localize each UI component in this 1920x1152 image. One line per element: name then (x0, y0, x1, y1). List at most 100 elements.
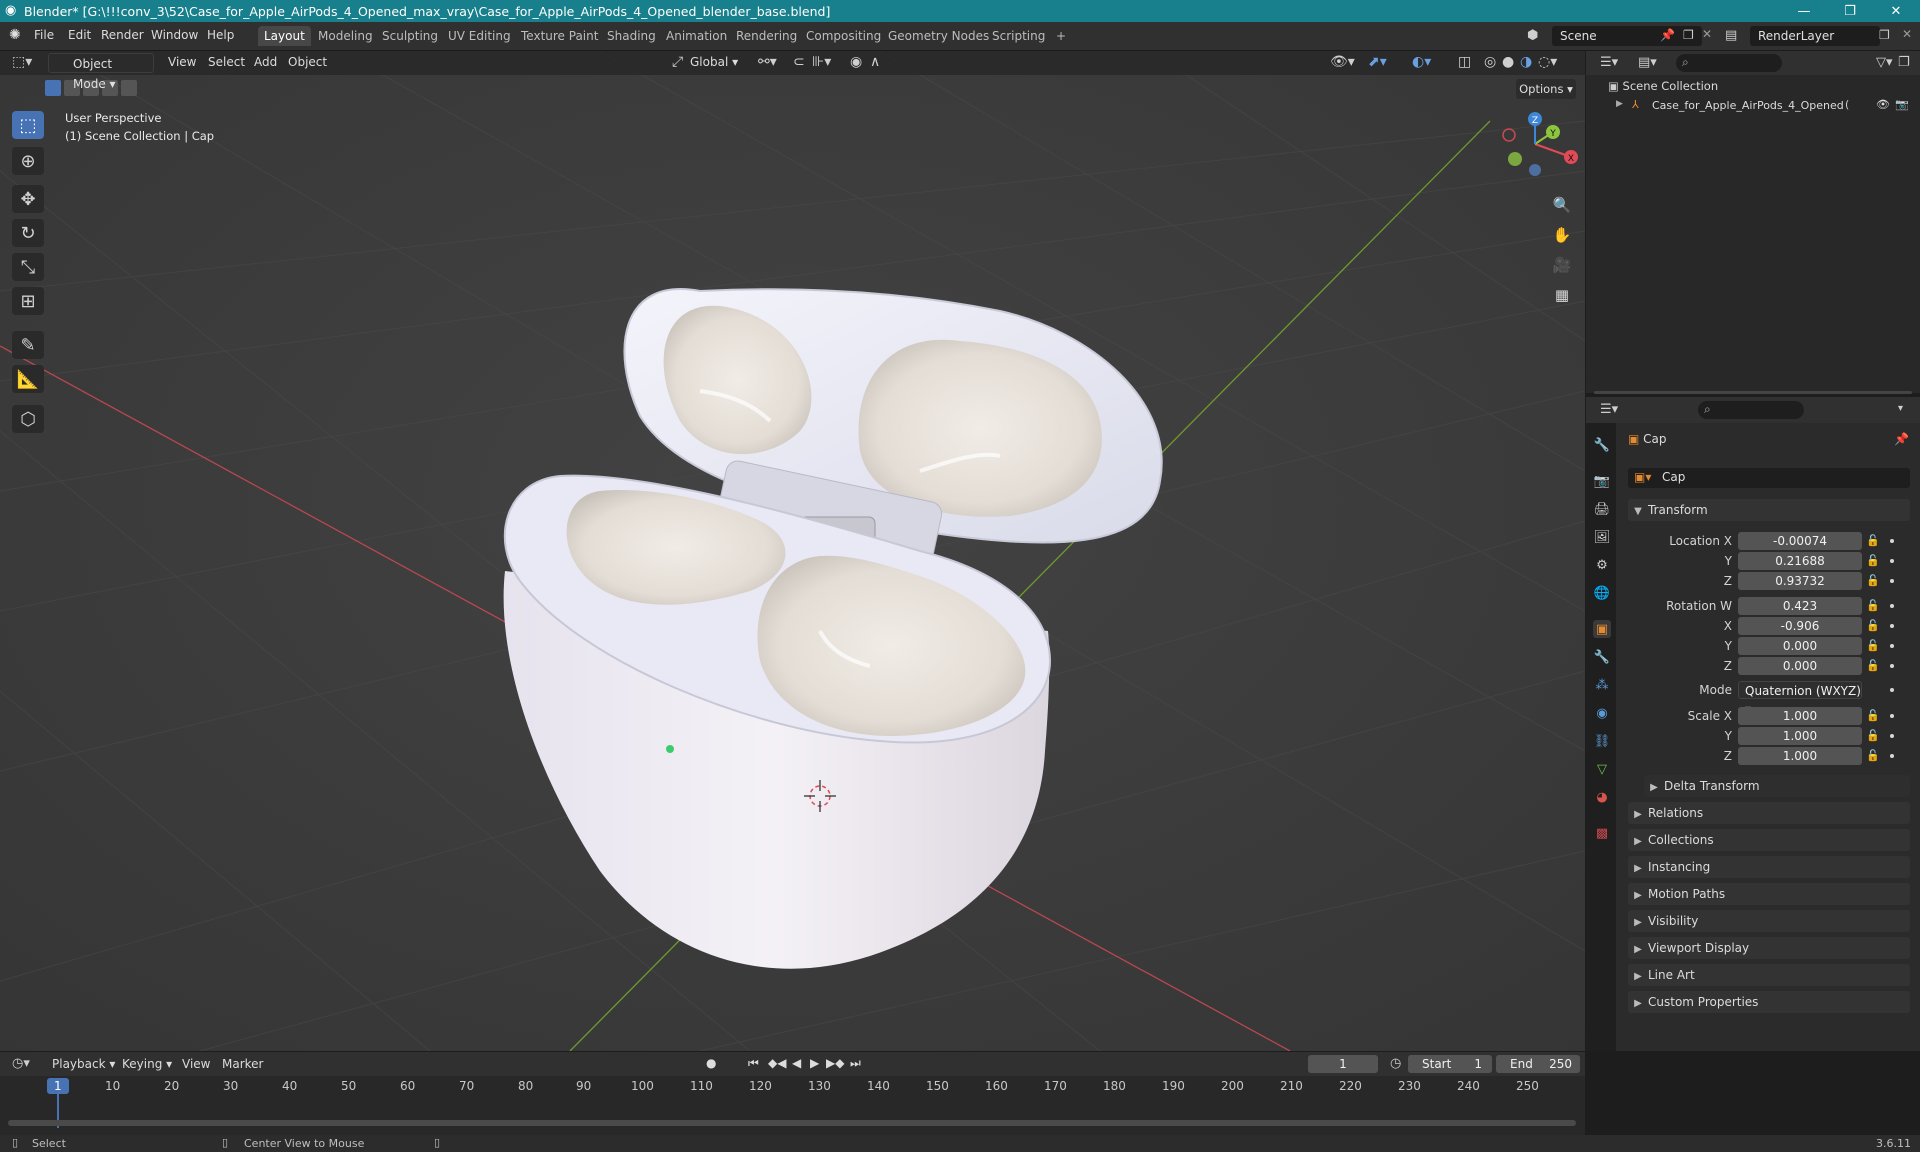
tab-uv-editing[interactable]: UV Editing (442, 26, 517, 46)
lock-icon[interactable]: 🔓 (1866, 617, 1880, 635)
playback-menu[interactable]: Playback ▾ (52, 1057, 115, 1071)
viewport-display-panel-header[interactable]: ▶ Viewport Display (1628, 937, 1910, 959)
rotation-z-field[interactable]: 0.000 (1738, 657, 1862, 675)
tab-layout[interactable]: Layout (258, 26, 311, 46)
keyframe-dot[interactable] (1890, 734, 1894, 738)
menu-file[interactable]: File (34, 28, 54, 42)
rotation-w-field[interactable]: 0.423 (1738, 597, 1862, 615)
lock-icon[interactable]: 🔓 (1866, 552, 1880, 570)
keyframe-dot[interactable] (1890, 579, 1894, 583)
proportional-edit-icon[interactable]: ◉ (850, 54, 862, 70)
lock-icon[interactable]: 🔓 (1866, 572, 1880, 590)
material-shading-icon[interactable]: ◑ (1520, 54, 1532, 70)
keyframe-dot[interactable] (1890, 559, 1894, 563)
record-icon[interactable]: ● (706, 1056, 716, 1070)
falloff-icon[interactable]: ∧ (870, 54, 880, 70)
location-z-field[interactable]: 0.93732 (1738, 572, 1862, 590)
keyframe-dot[interactable] (1890, 624, 1894, 628)
maximize-button[interactable]: ❐ (1827, 0, 1873, 22)
select-new-icon[interactable] (45, 80, 61, 96)
options-dropdown[interactable]: Options ▾ (1516, 79, 1576, 99)
timeline-view-menu[interactable]: View (182, 1057, 210, 1071)
tab-animation[interactable]: Animation (660, 26, 733, 46)
camera-view-button[interactable]: 🎥 (1550, 253, 1574, 277)
scene-collection-row[interactable]: ▣ Scene Collection (1608, 79, 1718, 93)
lock-icon[interactable]: 🔓 (1866, 597, 1880, 615)
rotation-x-field[interactable]: -0.906 (1738, 617, 1862, 635)
annotate-tool[interactable]: ✎ (12, 331, 44, 359)
material-tab-icon[interactable]: ◕ (1593, 788, 1611, 806)
select-intersect-icon[interactable] (121, 80, 137, 96)
object-name-field[interactable]: ▣▾ Cap (1628, 468, 1910, 488)
lock-icon[interactable]: 🔓 (1866, 707, 1880, 725)
display-mode-icon[interactable]: ▤▾ (1638, 55, 1657, 70)
visibility-icon[interactable]: 👁▾ (1330, 54, 1355, 70)
viewport-menu-add[interactable]: Add (254, 55, 277, 69)
current-frame-field[interactable]: 1 (1308, 1055, 1378, 1073)
scene-name-field[interactable]: Scene (1552, 26, 1702, 46)
minimize-button[interactable]: — (1781, 0, 1827, 22)
snap-icon[interactable]: ⊂ (793, 54, 805, 70)
add-workspace-button[interactable]: + (1050, 26, 1072, 46)
tab-shading[interactable]: Shading (601, 26, 662, 46)
menu-window[interactable]: Window (151, 28, 198, 42)
constraints-tab-icon[interactable]: ⛓ (1593, 732, 1611, 750)
custom-properties-panel-header[interactable]: ▶ Custom Properties (1628, 991, 1910, 1013)
xray-toggle-icon[interactable]: ◫ (1458, 54, 1471, 70)
end-frame-field[interactable]: End 250 (1496, 1055, 1580, 1073)
outliner-item-row[interactable]: ▶ ⅄ Case_for_Apple_AirPods_4_Opened ( 👁 … (1610, 98, 1916, 116)
keyframe-dot[interactable] (1890, 664, 1894, 668)
marker-menu[interactable]: Marker (222, 1057, 263, 1071)
next-keyframe-icon[interactable]: ▶◆ (826, 1056, 844, 1070)
new-collection-icon[interactable]: ❐ (1898, 55, 1910, 70)
clock-icon[interactable]: ◷ (1390, 1056, 1401, 1071)
output-tab-icon[interactable]: 🖨 (1593, 500, 1611, 518)
keyframe-dot[interactable] (1890, 604, 1894, 608)
blender-menu-icon[interactable]: ✺ (9, 27, 21, 43)
timeline-editor-type-icon[interactable]: ◷▾ (12, 1056, 30, 1071)
filter-icon[interactable]: ▽▾ (1876, 55, 1893, 70)
world-tab-icon[interactable]: 🌐 (1593, 584, 1611, 602)
rendered-shading-icon[interactable]: ◌▾ (1538, 54, 1557, 70)
outliner-search-input[interactable]: ⌕ (1676, 54, 1782, 72)
camera-icon[interactable]: 📷 (1895, 98, 1909, 111)
tab-sculpting[interactable]: Sculpting (376, 26, 444, 46)
render-layer-field[interactable]: RenderLayer (1750, 26, 1880, 46)
outliner-scrollbar[interactable] (1594, 391, 1912, 394)
data-tab-icon[interactable]: ▽ (1593, 760, 1611, 778)
measure-tool[interactable]: 📐 (12, 365, 44, 393)
delete-view-layer-icon[interactable]: ✕ (1902, 27, 1912, 41)
delta-transform-subpanel[interactable]: ▶ Delta Transform (1644, 775, 1910, 797)
new-view-layer-icon[interactable]: ❐ (1879, 28, 1890, 42)
tab-modeling[interactable]: Modeling (312, 26, 379, 46)
prev-keyframe-icon[interactable]: ◆◀ (768, 1056, 786, 1070)
gizmo-toggle-icon[interactable]: ⬈▾ (1368, 54, 1387, 70)
fake-user-icon[interactable]: ( (1845, 98, 1849, 111)
object-mode-dropdown[interactable]: Object Mode ▾ (48, 53, 154, 91)
keyframe-dot[interactable] (1890, 539, 1894, 543)
line-art-panel-header[interactable]: ▶ Line Art (1628, 964, 1910, 986)
tool-tab-icon[interactable]: 🔧 (1593, 436, 1611, 454)
perspective-toggle-button[interactable]: ▦ (1550, 283, 1574, 307)
jump-start-icon[interactable]: ⏮ (748, 1056, 759, 1071)
rotation-mode-dropdown[interactable]: Quaternion (WXYZ) ▾ (1738, 681, 1862, 716)
pin-icon[interactable]: 📌 (1894, 432, 1909, 446)
options-chevron-icon[interactable]: ▾ (1898, 403, 1903, 414)
editor-type-icon[interactable]: ⬚▾ (12, 54, 32, 70)
tab-rendering[interactable]: Rendering (730, 26, 803, 46)
lock-icon[interactable]: 🔓 (1866, 747, 1880, 765)
pin-icon[interactable]: 📌 (1660, 28, 1675, 42)
relations-panel-header[interactable]: ▶ Relations (1628, 802, 1910, 824)
new-scene-icon[interactable]: ❐ (1683, 28, 1694, 42)
wireframe-shading-icon[interactable]: ◎ (1484, 54, 1496, 70)
properties-editor-type-icon[interactable]: ☰▾ (1600, 402, 1618, 417)
rotation-y-field[interactable]: 0.000 (1738, 637, 1862, 655)
viewport-menu-select[interactable]: Select (208, 55, 245, 69)
motion-paths-panel-header[interactable]: ▶ Motion Paths (1628, 883, 1910, 905)
viewport-menu-object[interactable]: Object (288, 55, 327, 69)
viewport-menu-view[interactable]: View (168, 55, 196, 69)
menu-render[interactable]: Render (101, 28, 144, 42)
lock-icon[interactable]: 🔓 (1866, 657, 1880, 675)
keyframe-dot[interactable] (1890, 714, 1894, 718)
eye-icon[interactable]: 👁 (1876, 98, 1890, 111)
